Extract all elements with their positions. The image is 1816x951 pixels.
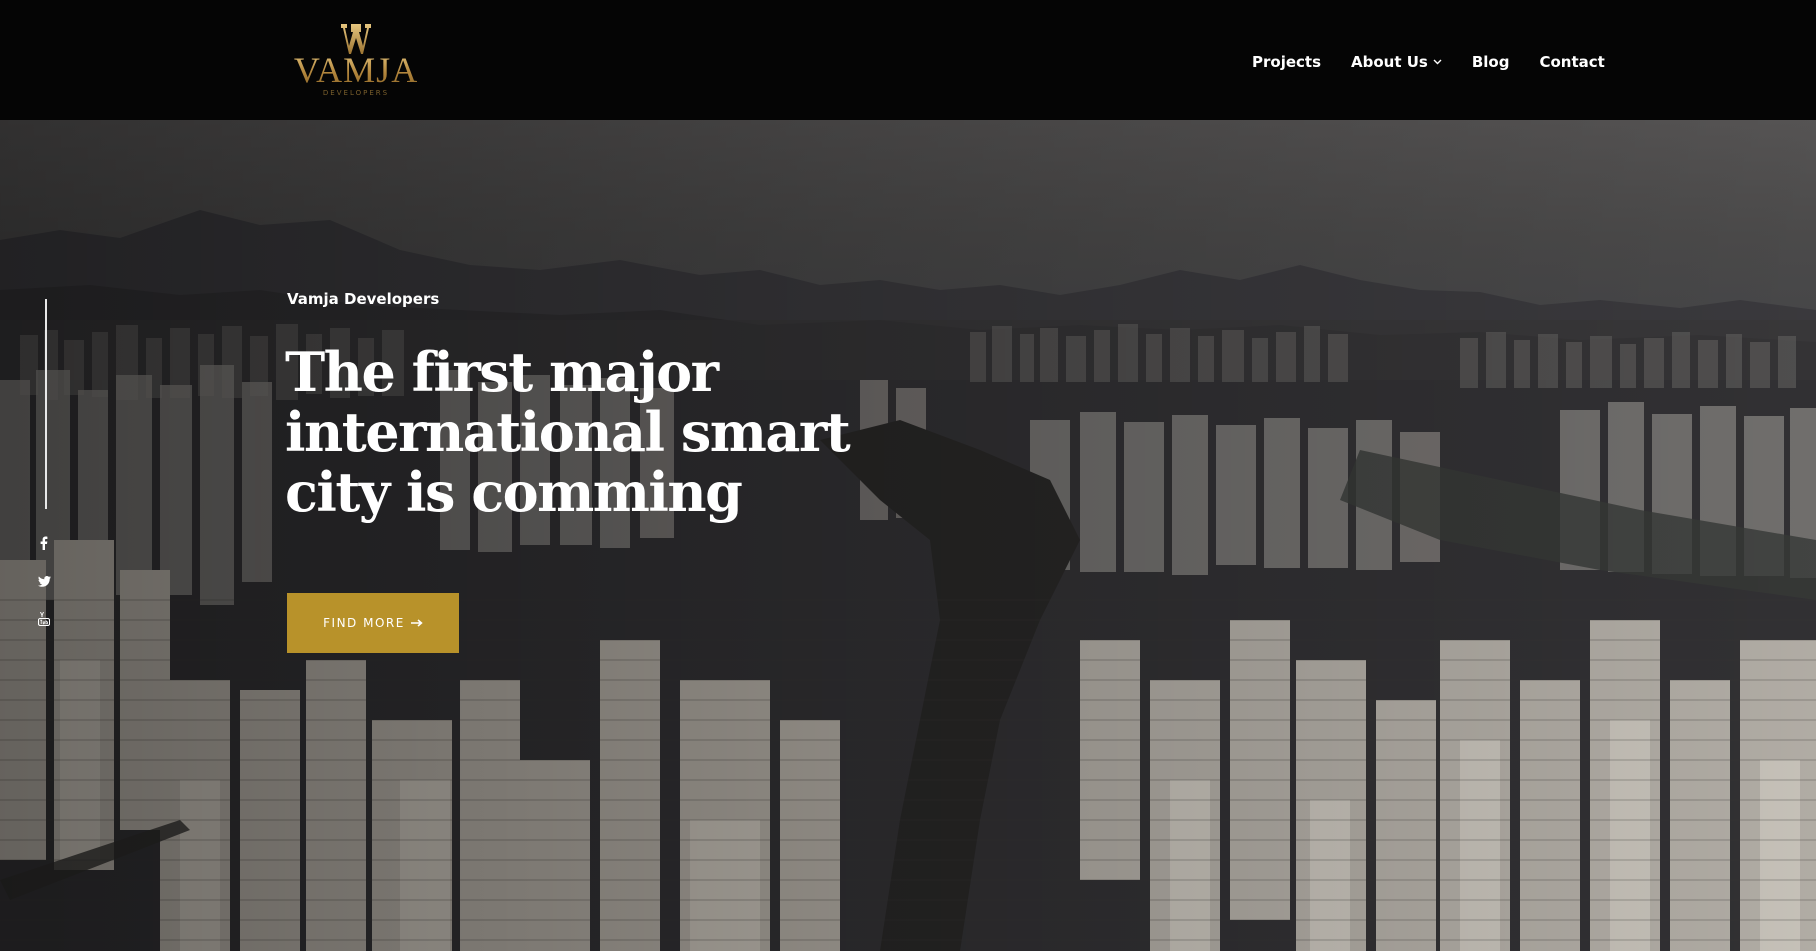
nav-item-label: Blog [1471,53,1510,71]
headline-line: city is comming [285,460,743,524]
site-header: VAMJA DEVELOPERS Projects About Us Blog … [0,0,1816,120]
brand-logo[interactable]: VAMJA DEVELOPERS [290,20,422,100]
long-arrow-right-icon [410,619,423,627]
nav-item-projects[interactable]: Projects [1252,53,1321,71]
hero-headline: The first major international smart city… [285,342,925,522]
youtube-icon [38,612,50,626]
social-twitter-link[interactable] [34,576,54,596]
side-divider-line [45,299,47,509]
facebook-icon [40,536,48,550]
main-nav: Projects About Us Blog Contact [1252,50,1605,74]
nav-item-label: About Us [1351,53,1428,71]
social-youtube-link[interactable] [34,612,54,632]
nav-item-label: Contact [1539,53,1605,71]
page: VAMJA DEVELOPERS Projects About Us Blog … [0,0,1816,951]
chevron-down-icon [1433,59,1442,65]
nav-item-about-us[interactable]: About Us [1351,53,1442,71]
social-facebook-link[interactable] [34,536,54,556]
twitter-icon [37,576,51,587]
logo-tagline: DEVELOPERS [322,89,390,97]
nav-item-label: Projects [1252,53,1322,71]
hero-eyebrow: Vamja Developers [287,290,440,308]
headline-line: international smart [285,400,851,464]
find-more-label: FIND MORE [323,616,405,630]
hero-dark-overlay [0,120,1816,951]
headline-line: The first major [285,340,719,404]
find-more-button[interactable]: FIND MORE [287,593,459,653]
logo-wordmark: VAMJA [290,52,422,88]
nav-item-contact[interactable]: Contact [1539,53,1604,71]
nav-item-blog[interactable]: Blog [1472,53,1510,71]
hero-section [0,120,1816,951]
